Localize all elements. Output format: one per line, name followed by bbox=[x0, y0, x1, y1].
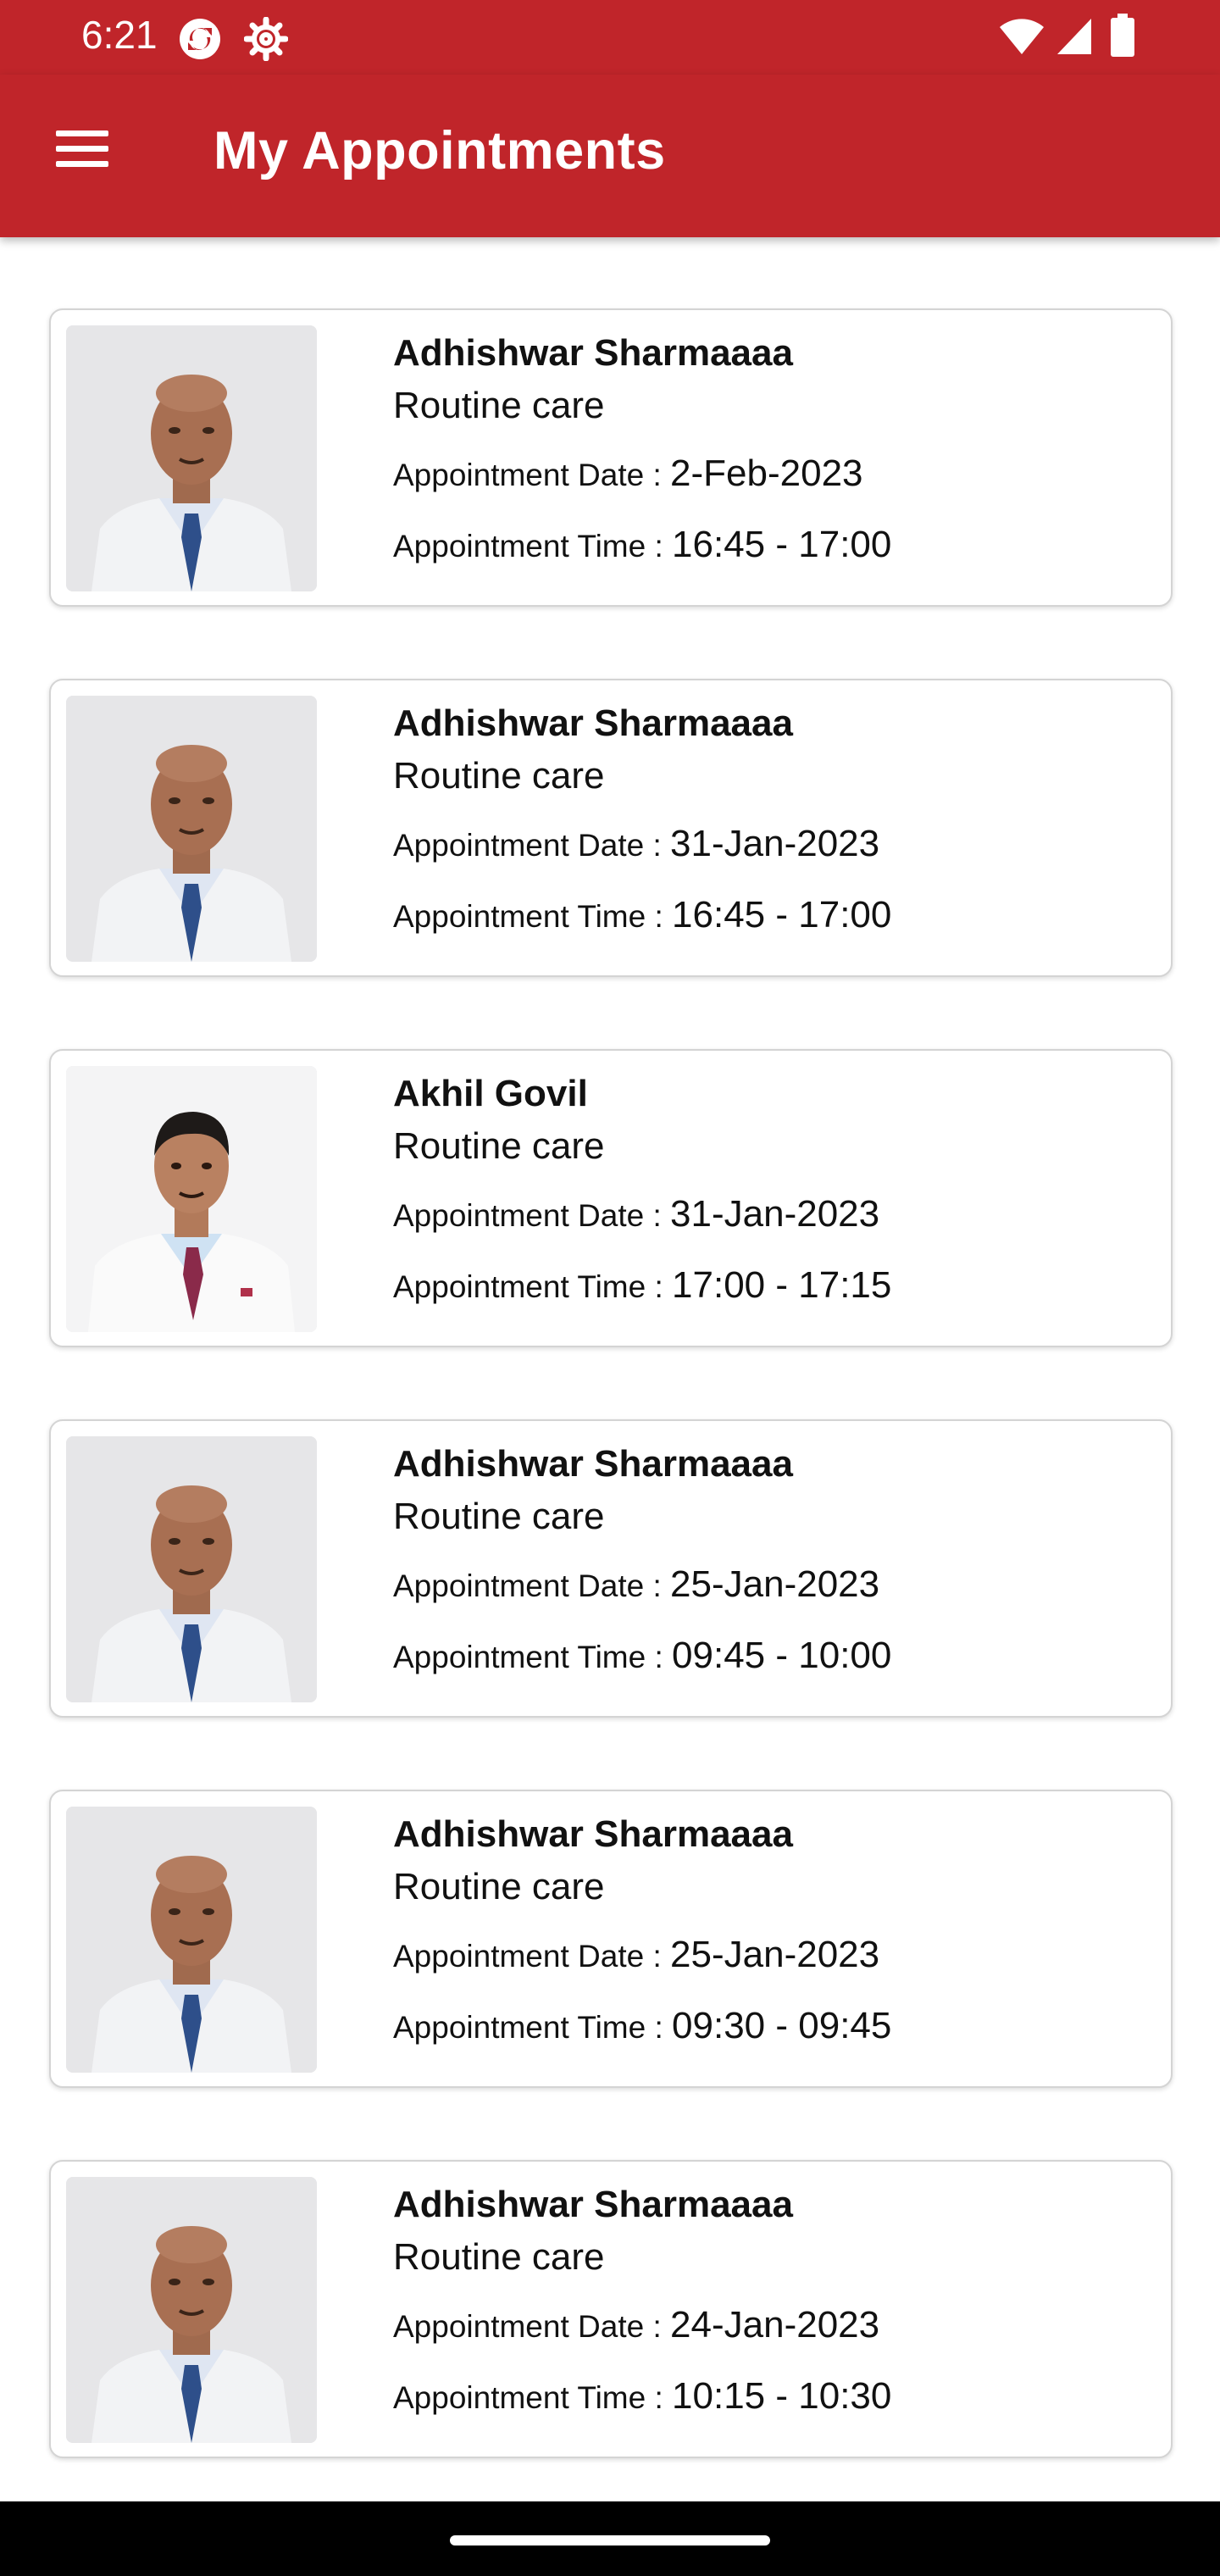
doctor-name: Adhishwar Sharmaaaa bbox=[393, 1813, 793, 1855]
appointment-time-value: 10:15 - 10:30 bbox=[672, 2375, 892, 2417]
appointment-time-label: Appointment Time : bbox=[393, 1640, 673, 1674]
appointment-info: Adhishwar Sharmaaaa Routine care Appoint… bbox=[393, 332, 891, 595]
appointment-card[interactable]: Adhishwar Sharmaaaa Routine care Appoint… bbox=[49, 1419, 1173, 1718]
appointment-card[interactable]: Akhil Govil Routine care Appointment Dat… bbox=[49, 1049, 1173, 1347]
appointment-date-value: 25-Jan-2023 bbox=[670, 1934, 880, 1975]
doctor-name: Adhishwar Sharmaaaa bbox=[393, 2184, 793, 2225]
settings-gear-icon bbox=[244, 17, 288, 61]
appointment-date-row: Appointment Date : 25-Jan-2023 bbox=[393, 1563, 891, 1635]
sync-icon bbox=[180, 19, 220, 59]
appointment-type: Routine care bbox=[393, 755, 605, 797]
doctor-photo-adhishwar bbox=[66, 325, 317, 591]
hamburger-menu-icon[interactable] bbox=[56, 130, 108, 168]
appointment-time-value: 16:45 - 17:00 bbox=[672, 894, 892, 935]
appointment-date-value: 31-Jan-2023 bbox=[670, 823, 880, 864]
doctor-name: Adhishwar Sharmaaaa bbox=[393, 332, 793, 374]
appointment-date-label: Appointment Date : bbox=[393, 1939, 671, 1974]
status-bar: 6:21 bbox=[0, 0, 1220, 75]
appointment-info: Akhil Govil Routine care Appointment Dat… bbox=[393, 1073, 891, 1335]
appointment-info: Adhishwar Sharmaaaa Routine care Appoint… bbox=[393, 1813, 891, 2076]
appointment-date-value: 24-Jan-2023 bbox=[670, 2304, 880, 2346]
appointment-info: Adhishwar Sharmaaaa Routine care Appoint… bbox=[393, 2184, 891, 2446]
appointment-date-label: Appointment Date : bbox=[393, 458, 671, 492]
appointment-type: Routine care bbox=[393, 2236, 605, 2278]
battery-icon bbox=[1111, 14, 1134, 57]
appointment-time-row: Appointment Time : 09:30 - 09:45 bbox=[393, 2005, 891, 2076]
appointment-info: Adhishwar Sharmaaaa Routine care Appoint… bbox=[393, 702, 891, 965]
appointment-date-value: 2-Feb-2023 bbox=[670, 452, 863, 494]
appointment-date-row: Appointment Date : 24-Jan-2023 bbox=[393, 2304, 891, 2375]
cellular-signal-icon bbox=[1057, 19, 1091, 54]
doctor-name: Adhishwar Sharmaaaa bbox=[393, 702, 793, 744]
home-gesture-handle[interactable] bbox=[450, 2535, 770, 2545]
doctor-photo-adhishwar bbox=[66, 2177, 317, 2443]
status-time: 6:21 bbox=[81, 13, 158, 57]
appointment-date-label: Appointment Date : bbox=[393, 2309, 671, 2344]
appointment-time-row: Appointment Time : 09:45 - 10:00 bbox=[393, 1635, 891, 1706]
doctor-name: Adhishwar Sharmaaaa bbox=[393, 1443, 793, 1485]
appointment-time-label: Appointment Time : bbox=[393, 529, 673, 564]
system-navigation-bar bbox=[0, 2501, 1220, 2576]
appointment-card[interactable]: Adhishwar Sharmaaaa Routine care Appoint… bbox=[49, 679, 1173, 977]
appointment-time-value: 09:30 - 09:45 bbox=[672, 2005, 892, 2046]
appointment-time-row: Appointment Time : 17:00 - 17:15 bbox=[393, 1264, 891, 1335]
appointment-type: Routine care bbox=[393, 1496, 605, 1537]
doctor-name: Akhil Govil bbox=[393, 1073, 588, 1114]
appointment-date-row: Appointment Date : 31-Jan-2023 bbox=[393, 1193, 891, 1264]
doctor-photo-adhishwar bbox=[66, 1807, 317, 2073]
appointment-type: Routine care bbox=[393, 1125, 605, 1167]
appointment-time-value: 17:00 - 17:15 bbox=[672, 1264, 892, 1306]
appointment-date-row: Appointment Date : 2-Feb-2023 bbox=[393, 452, 891, 524]
appointment-info: Adhishwar Sharmaaaa Routine care Appoint… bbox=[393, 1443, 891, 1706]
doctor-photo-akhil bbox=[66, 1066, 317, 1332]
page-title: My Appointments bbox=[214, 121, 666, 180]
appointment-date-label: Appointment Date : bbox=[393, 828, 671, 863]
appointment-type: Routine care bbox=[393, 385, 605, 426]
appointment-time-label: Appointment Time : bbox=[393, 1269, 673, 1304]
app-bar: My Appointments bbox=[0, 75, 1220, 237]
appointment-date-row: Appointment Date : 31-Jan-2023 bbox=[393, 823, 891, 894]
doctor-photo-adhishwar bbox=[66, 696, 317, 962]
appointment-card[interactable]: Adhishwar Sharmaaaa Routine care Appoint… bbox=[49, 2160, 1173, 2458]
appointment-time-value: 09:45 - 10:00 bbox=[672, 1635, 892, 1676]
appointment-time-row: Appointment Time : 16:45 - 17:00 bbox=[393, 894, 891, 965]
appointment-type: Routine care bbox=[393, 1866, 605, 1907]
appointment-time-label: Appointment Time : bbox=[393, 899, 673, 934]
doctor-photo-adhishwar bbox=[66, 1436, 317, 1702]
appointment-card[interactable]: Adhishwar Sharmaaaa Routine care Appoint… bbox=[49, 1790, 1173, 2088]
appointment-date-label: Appointment Date : bbox=[393, 1568, 671, 1603]
appointment-date-label: Appointment Date : bbox=[393, 1198, 671, 1233]
appointment-time-label: Appointment Time : bbox=[393, 2380, 673, 2415]
appointment-date-value: 25-Jan-2023 bbox=[670, 1563, 880, 1605]
appointment-time-row: Appointment Time : 10:15 - 10:30 bbox=[393, 2375, 891, 2446]
wifi-icon bbox=[1000, 19, 1044, 54]
appointment-time-value: 16:45 - 17:00 bbox=[672, 524, 892, 565]
appointment-card[interactable]: Adhishwar Sharmaaaa Routine care Appoint… bbox=[49, 308, 1173, 607]
appointment-time-row: Appointment Time : 16:45 - 17:00 bbox=[393, 524, 891, 595]
appointment-date-value: 31-Jan-2023 bbox=[670, 1193, 880, 1235]
appointment-date-row: Appointment Date : 25-Jan-2023 bbox=[393, 1934, 891, 2005]
appointment-time-label: Appointment Time : bbox=[393, 2010, 673, 2045]
